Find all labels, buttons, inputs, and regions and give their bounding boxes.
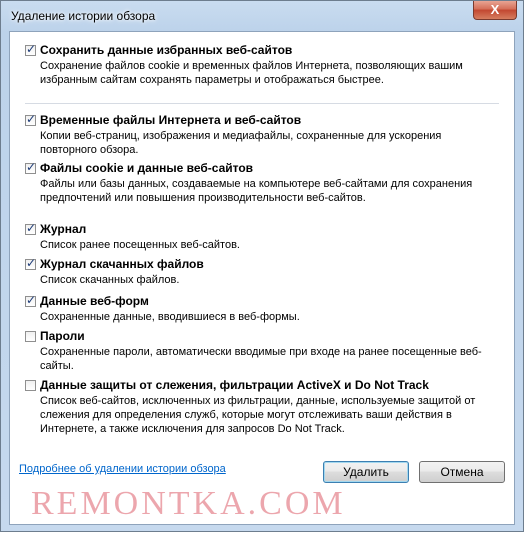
option-download-history: Журнал скачанных файлов Список скачанных…	[25, 256, 495, 287]
option-description: Сохранение файлов cookie и временных фай…	[40, 60, 463, 86]
checkbox-history[interactable]	[25, 221, 36, 235]
option-description: Список скачанных файлов.	[40, 274, 180, 286]
option-description: Копии веб-страниц, изображения и медиафа…	[40, 130, 442, 156]
option-tracking-protection-row[interactable]: Данные защиты от слежения, фильтрации Ac…	[25, 377, 495, 393]
option-tracking-protection: Данные защиты от слежения, фильтрации Ac…	[25, 377, 495, 436]
delete-button[interactable]: Удалить	[323, 461, 409, 483]
option-history: Журнал Список ранее посещенных веб-сайто…	[25, 221, 495, 252]
checkbox-favorites[interactable]	[25, 42, 36, 56]
option-label[interactable]: Журнал скачанных файлов	[40, 257, 204, 271]
option-label[interactable]: Данные защиты от слежения, фильтрации Ac…	[40, 378, 429, 392]
option-passwords-row[interactable]: Пароли	[25, 328, 495, 344]
window-title: Удаление истории обзора	[11, 9, 156, 23]
option-favorites-row[interactable]: Сохранить данные избранных веб-сайтов	[25, 42, 495, 58]
separator	[25, 103, 499, 104]
option-label[interactable]: Данные веб-форм	[40, 294, 149, 308]
dialog-window: Удаление истории обзора X Сохранить данн…	[0, 0, 524, 532]
option-form-data-row[interactable]: Данные веб-форм	[25, 293, 495, 309]
option-cookies: Файлы cookie и данные веб-сайтов Файлы и…	[25, 160, 495, 205]
checkbox-temp-files[interactable]	[25, 112, 36, 126]
option-label[interactable]: Файлы cookie и данные веб-сайтов	[40, 161, 253, 175]
dialog-content: Сохранить данные избранных веб-сайтов Со…	[9, 31, 515, 525]
option-description: Сохраненные данные, вводившиеся в веб-фо…	[40, 311, 300, 323]
option-description: Сохраненные пароли, автоматически вводим…	[40, 346, 482, 372]
checkbox-form-data[interactable]	[25, 293, 36, 307]
option-label[interactable]: Временные файлы Интернета и веб-сайтов	[40, 113, 301, 127]
learn-more-link[interactable]: Подробнее об удалении истории обзора	[19, 463, 226, 475]
title-bar[interactable]: Удаление истории обзора X	[1, 1, 523, 31]
option-download-history-row[interactable]: Журнал скачанных файлов	[25, 256, 495, 272]
option-favorites: Сохранить данные избранных веб-сайтов Со…	[25, 42, 495, 87]
option-description: Список ранее посещенных веб-сайтов.	[40, 239, 240, 251]
checkbox-tracking-protection[interactable]	[25, 379, 36, 391]
option-label[interactable]: Сохранить данные избранных веб-сайтов	[40, 43, 292, 57]
close-button[interactable]: X	[473, 1, 517, 20]
option-temp-files-row[interactable]: Временные файлы Интернета и веб-сайтов	[25, 112, 495, 128]
option-form-data: Данные веб-форм Сохраненные данные, ввод…	[25, 293, 495, 324]
option-cookies-row[interactable]: Файлы cookie и данные веб-сайтов	[25, 160, 495, 176]
cancel-button[interactable]: Отмена	[419, 461, 505, 483]
checkbox-cookies[interactable]	[25, 160, 36, 174]
option-description: Файлы или базы данных, создаваемые на ко…	[40, 178, 473, 204]
option-description: Список веб-сайтов, исключенных из фильтр…	[40, 395, 476, 435]
checkbox-passwords[interactable]	[25, 330, 36, 342]
option-label[interactable]: Журнал	[40, 222, 86, 236]
checkbox-download-history[interactable]	[25, 256, 36, 270]
option-temp-files: Временные файлы Интернета и веб-сайтов К…	[25, 112, 495, 157]
option-history-row[interactable]: Журнал	[25, 221, 495, 237]
option-passwords: Пароли Сохраненные пароли, автоматически…	[25, 328, 495, 373]
option-label[interactable]: Пароли	[40, 329, 85, 343]
